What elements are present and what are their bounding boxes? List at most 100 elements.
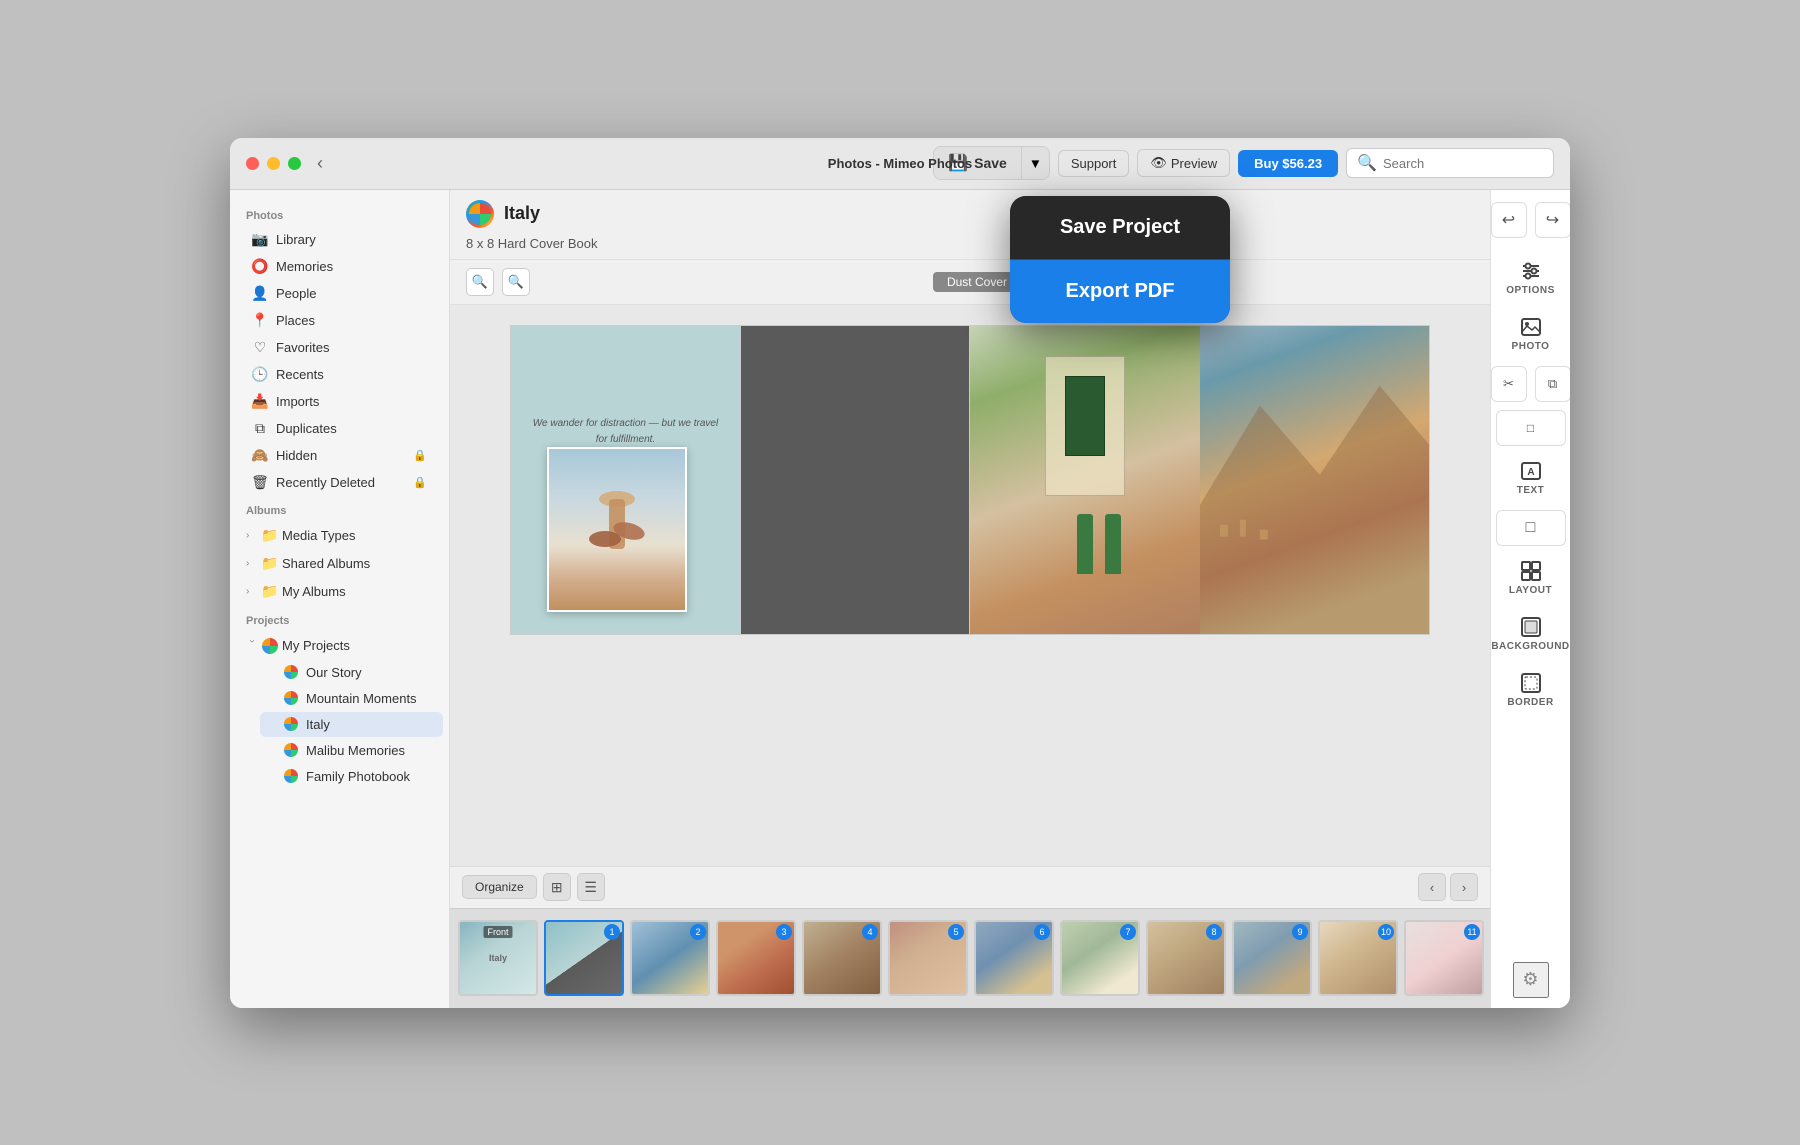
page-num-2: 2	[690, 924, 706, 940]
search-input[interactable]	[1383, 156, 1543, 171]
project-item-our-story[interactable]: Our Story	[260, 660, 443, 685]
options-panel-button[interactable]: OPTIONS	[1496, 252, 1566, 304]
redo-button[interactable]: ↪	[1535, 202, 1571, 238]
project-icon-malibu-memories	[284, 743, 298, 757]
layout-panel-button[interactable]: LAYOUT	[1496, 552, 1566, 604]
sidebar-item-hidden[interactable]: 🙈 Hidden 🔒	[236, 443, 443, 469]
filmstrip-thumb-front[interactable]: Italy Front	[458, 920, 538, 996]
bottom-toolbar: Organize ⊞ ☰ ‹ ›	[450, 866, 1490, 908]
text-label: TEXT	[1517, 485, 1545, 496]
filmstrip: Italy Front 1 2 3	[450, 908, 1490, 1008]
titlebar-right: 💾 Save ▼ Support 👁 Preview Buy $56.23 🔍	[933, 146, 1554, 180]
cut-button[interactable]: ✂	[1491, 366, 1527, 402]
background-panel-button[interactable]: BACKGROUND	[1496, 608, 1566, 660]
options-icon	[1520, 260, 1542, 282]
page-spread: We wander for distraction — but we trave…	[510, 325, 1430, 635]
zoom-in-button[interactable]: 🔍	[502, 268, 530, 296]
grid-view-button[interactable]: ☰	[577, 873, 605, 901]
copy-button[interactable]: ⧉	[1535, 366, 1571, 402]
filmstrip-thumb-5[interactable]: 5	[888, 920, 968, 996]
filmstrip-thumb-2[interactable]: 2	[630, 920, 710, 996]
chevron-right-icon-3: ›	[246, 586, 258, 597]
border-icon	[1520, 672, 1542, 694]
paste-button[interactable]: □	[1496, 410, 1566, 446]
sidebar-item-recents[interactable]: 🕒 Recents	[236, 362, 443, 388]
page-num-9: 9	[1292, 924, 1308, 940]
text-frame-button[interactable]: □	[1496, 510, 1566, 546]
photo-panel-button[interactable]: PHOTO	[1496, 308, 1566, 360]
sidebar-item-duplicates[interactable]: ⧉ Duplicates	[236, 416, 443, 442]
filmstrip-thumb-11[interactable]: 11	[1404, 920, 1484, 996]
sidebar-item-memories[interactable]: ⭕ Memories	[236, 254, 443, 280]
filmstrip-thumb-6[interactable]: 6	[974, 920, 1054, 996]
shared-albums-icon: 📁	[262, 556, 278, 572]
support-button[interactable]: Support	[1058, 150, 1130, 177]
canvas-area: 🔍 🔍 Dust Cover Front Flap We wander for …	[450, 260, 1490, 1008]
sidebar-item-recently-deleted[interactable]: 🗑 Recently Deleted 🔒	[236, 470, 443, 496]
sidebar-item-favorites[interactable]: ♡ Favorites	[236, 335, 443, 361]
filmstrip-thumb-7[interactable]: 7	[1060, 920, 1140, 996]
back-button[interactable]: ‹	[317, 153, 323, 174]
my-projects-group: › My Projects Our Story Mountain Moments	[230, 633, 449, 789]
app-window: ‹ Photos - Mimeo Photos 💾 Save ▼ Support…	[230, 138, 1570, 1008]
filmstrip-thumb-3[interactable]: 3	[716, 920, 796, 996]
filmstrip-thumb-9[interactable]: 9	[1232, 920, 1312, 996]
left-page: We wander for distraction — but we trave…	[510, 325, 740, 635]
filmstrip-thumb-4[interactable]: 4	[802, 920, 882, 996]
eye-icon: 👁	[1150, 155, 1167, 171]
svg-text:A: A	[1527, 467, 1534, 478]
filmstrip-thumb-1[interactable]: 1	[544, 920, 624, 996]
add-page-button[interactable]: ⊞	[543, 873, 571, 901]
my-albums-header[interactable]: › 📁 My Albums	[236, 579, 443, 605]
project-item-mountain-moments[interactable]: Mountain Moments	[260, 686, 443, 711]
search-icon: 🔍	[1357, 153, 1377, 173]
project-title-row: Italy	[466, 200, 1474, 228]
project-item-malibu-memories[interactable]: Malibu Memories	[260, 738, 443, 763]
filmstrip-thumb-8[interactable]: 8	[1146, 920, 1226, 996]
project-logo	[466, 200, 494, 228]
places-label: Places	[276, 313, 315, 328]
sidebar-item-library[interactable]: 📷 Library	[236, 227, 443, 253]
maximize-button[interactable]	[288, 157, 301, 170]
next-page-button[interactable]: ›	[1450, 873, 1478, 901]
chevron-right-icon-2: ›	[246, 558, 258, 569]
people-label: People	[276, 286, 316, 301]
save-project-option[interactable]: Save Project	[1010, 196, 1230, 260]
buy-button[interactable]: Buy $56.23	[1238, 150, 1338, 177]
sidebar-item-people[interactable]: 👤 People	[236, 281, 443, 307]
media-types-label: Media Types	[282, 528, 355, 543]
zoom-out-button[interactable]: 🔍	[466, 268, 494, 296]
preview-button[interactable]: 👁 Preview	[1137, 149, 1230, 177]
my-projects-header[interactable]: › My Projects	[236, 633, 443, 659]
nav-arrows: ‹ ›	[1418, 873, 1478, 901]
project-icon-family-photobook	[284, 769, 298, 783]
book-spec: 8 x 8 Hard Cover Book	[466, 236, 598, 251]
project-item-family-photobook[interactable]: Family Photobook	[260, 764, 443, 789]
save-dropdown-button[interactable]: ▼	[1021, 147, 1049, 179]
my-albums-label: My Albums	[282, 584, 346, 599]
shared-albums-label: Shared Albums	[282, 556, 370, 571]
canvas-scroll[interactable]: We wander for distraction — but we trave…	[450, 305, 1490, 866]
close-button[interactable]	[246, 157, 259, 170]
sidebar-item-imports[interactable]: 📥 Imports	[236, 389, 443, 415]
text-panel-button[interactable]: A TEXT	[1496, 452, 1566, 504]
undo-button[interactable]: ↩	[1491, 202, 1527, 238]
page-num-5: 5	[948, 924, 964, 940]
border-panel-button[interactable]: BORDER	[1496, 664, 1566, 716]
minimize-button[interactable]	[267, 157, 280, 170]
page-num-10: 10	[1378, 924, 1394, 940]
filmstrip-thumb-10[interactable]: 10	[1318, 920, 1398, 996]
export-pdf-option[interactable]: Export PDF	[1010, 260, 1230, 323]
settings-button[interactable]: ⚙	[1513, 962, 1549, 998]
content-area: Italy 8 x 8 Hard Cover Book 🔍 🔍 Dust Cov…	[450, 190, 1490, 1008]
organize-button[interactable]: Organize	[462, 875, 537, 899]
window-title: Photos - Mimeo Photos	[828, 156, 972, 171]
sidebar-item-places[interactable]: 📍 Places	[236, 308, 443, 334]
page-num-3: 3	[776, 924, 792, 940]
duplicates-icon: ⧉	[252, 421, 268, 437]
media-types-header[interactable]: › 📁 Media Types	[236, 523, 443, 549]
prev-page-button[interactable]: ‹	[1418, 873, 1446, 901]
shared-albums-header[interactable]: › 📁 Shared Albums	[236, 551, 443, 577]
projects-section-label: Projects	[230, 607, 449, 631]
project-item-italy[interactable]: Italy	[260, 712, 443, 737]
